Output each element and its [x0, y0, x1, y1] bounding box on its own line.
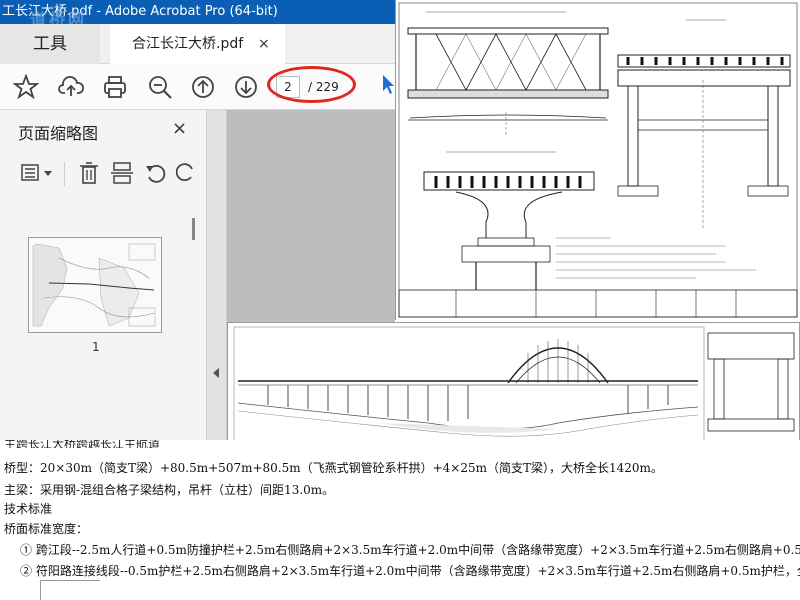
- panel-collapse-bar[interactable]: [207, 110, 227, 452]
- bridge-drawing-elevation: [227, 322, 800, 452]
- page-thumbnail[interactable]: [28, 237, 162, 333]
- page-down-icon[interactable]: [233, 74, 259, 100]
- drawing-cross-sections-image: [398, 2, 798, 318]
- tab-bar: 工具 合江长江大桥.pdf ×: [0, 24, 395, 64]
- deck-width-heading: 桥面标准宽度：: [4, 522, 89, 536]
- panel-title: 页面缩略图: [18, 124, 99, 143]
- page-up-icon[interactable]: [190, 74, 216, 100]
- page-corner-mark: [40, 580, 100, 600]
- close-tab-icon[interactable]: ×: [258, 24, 385, 64]
- main-girder-line: 主梁：采用钢-混组合格子梁结构，吊杆（立柱）间距13.0m。: [4, 483, 335, 497]
- rotate-right-icon[interactable]: [176, 161, 196, 185]
- cut-off-text-line: 主跨长江大桥跨越长江主航道: [4, 440, 161, 448]
- options-menu-icon[interactable]: [20, 162, 56, 184]
- star-icon[interactable]: [13, 74, 39, 100]
- screen: 工长江大桥.pdf - Adobe Acrobat Pro (64-bit) 道…: [0, 0, 800, 600]
- drawing-elevation-image: [233, 326, 795, 448]
- highlight-ellipse: [267, 66, 356, 103]
- tab-document-label: 合江长江大桥.pdf: [132, 36, 244, 52]
- bridge-drawing-cross-sections: [395, 0, 800, 320]
- bridge-type-line: 桥型：20×30m（简支T梁）+80.5m+507m+80.5m（飞燕式钢管砼系…: [4, 461, 663, 475]
- cloud-upload-icon[interactable]: [58, 74, 84, 100]
- zoom-out-icon[interactable]: [147, 74, 173, 100]
- river-span-width-line: ① 跨江段--2.5m人行道+0.5m防撞护栏+2.5m右侧路肩+2×3.5m车…: [20, 543, 800, 557]
- print-icon[interactable]: [102, 74, 128, 100]
- panel-scrollbar[interactable]: [192, 218, 195, 240]
- tab-tools[interactable]: 工具: [0, 24, 100, 64]
- rotate-left-icon[interactable]: [144, 161, 168, 185]
- insert-page-icon[interactable]: [110, 161, 134, 185]
- page-thumbnails-panel: 页面缩略图 × 1: [0, 110, 207, 452]
- tech-standard-heading: 技术标准: [4, 502, 53, 516]
- thumbnail-page-number: 1: [92, 340, 100, 354]
- thumbnail-toolbar: [0, 156, 207, 190]
- toolbar-divider: [64, 162, 65, 186]
- select-cursor-icon[interactable]: [382, 74, 394, 96]
- document-text-page: 主跨长江大桥跨越长江主航道 桥型：20×30m（简支T梁）+80.5m+507m…: [0, 440, 800, 600]
- collapse-arrow-icon[interactable]: [213, 368, 219, 378]
- delete-icon[interactable]: [78, 161, 100, 185]
- connection-road-width-line: ② 符阳路连接线段--0.5m护栏+2.5m右侧路肩+2×3.5m车行道+2.0…: [20, 564, 800, 578]
- close-panel-icon[interactable]: ×: [172, 118, 187, 139]
- thumbnail-image: [29, 238, 161, 332]
